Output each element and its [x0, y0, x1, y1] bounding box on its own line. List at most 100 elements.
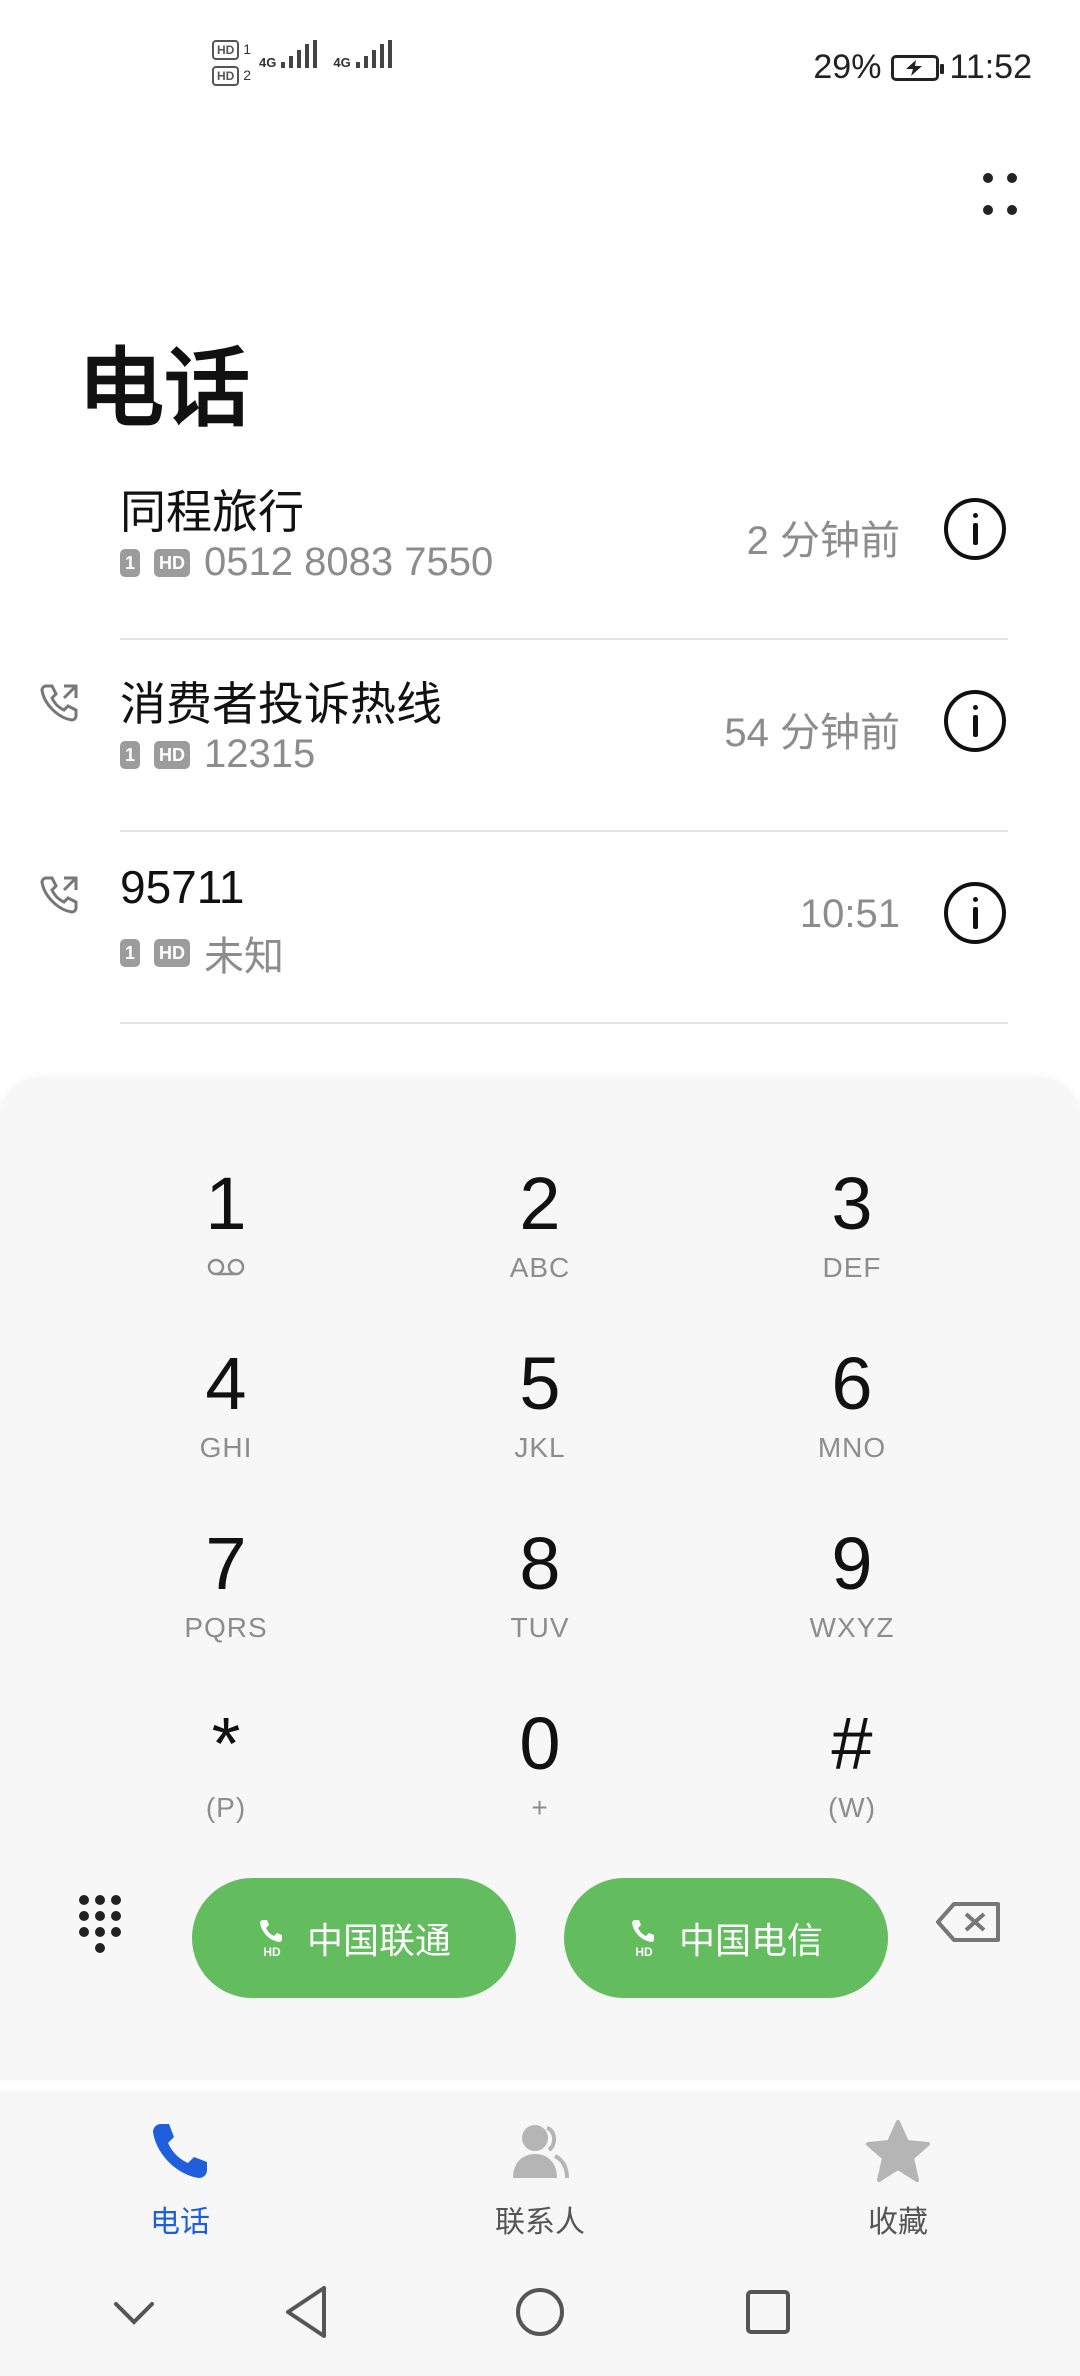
- dial-key-4[interactable]: 4 GHI: [66, 1340, 386, 1510]
- caller-name: 同程旅行: [120, 486, 304, 538]
- key-digit: 3: [831, 1162, 873, 1245]
- dial-key-star[interactable]: * (P): [66, 1700, 386, 1870]
- caller-number: 0512 8083 7550: [204, 540, 494, 584]
- page-title: 电话: [78, 341, 250, 437]
- call-time: 54 分钟前: [724, 711, 900, 755]
- call-log-item[interactable]: 消费者投诉热线 1 HD 12315 54 分钟前: [0, 640, 1080, 832]
- hd-badge: HD: [154, 740, 191, 769]
- key-digit: 9: [831, 1522, 873, 1605]
- phone-icon: [153, 2124, 207, 2178]
- nav-label: 电话: [150, 2206, 210, 2239]
- status-right: 29% 11:52: [813, 48, 1032, 87]
- hide-dialpad-button[interactable]: [70, 1890, 142, 1962]
- hd-badge: HD: [154, 939, 191, 967]
- key-letters: MNO: [817, 1432, 887, 1463]
- sim-badge: 1: [120, 939, 141, 967]
- key-digit: 5: [519, 1342, 561, 1425]
- more-dots-icon: [983, 173, 1017, 215]
- dial-key-8[interactable]: 8 TUV: [380, 1520, 700, 1690]
- key-digit: 2: [519, 1162, 561, 1245]
- contacts-icon: [513, 2125, 569, 2179]
- outgoing-call-icon: [40, 876, 78, 914]
- dial-key-0[interactable]: 0 +: [380, 1700, 700, 1870]
- battery-charging-icon: [891, 54, 945, 81]
- call-sim1-label: 中国联通: [306, 1920, 451, 1961]
- system-navigation-bar: [0, 2256, 1080, 2376]
- info-icon[interactable]: [944, 498, 1006, 560]
- key-digit: #: [831, 1702, 873, 1785]
- sim2-hd-indicator: HD 2: [212, 66, 251, 86]
- key-digit: 7: [205, 1522, 247, 1605]
- key-letters: JKL: [514, 1432, 566, 1463]
- sim-badge: 1: [120, 740, 141, 769]
- backspace-button[interactable]: [934, 1900, 1004, 1944]
- back-icon[interactable]: [280, 2282, 332, 2342]
- info-icon[interactable]: [944, 882, 1006, 944]
- info-icon[interactable]: [944, 690, 1006, 752]
- voicemail-icon: [66, 1252, 386, 1284]
- call-log-item[interactable]: 同程旅行 1 HD 0512 8083 7550 2 分钟前: [0, 448, 1080, 640]
- call-sim2-button[interactable]: HD 中国电信: [564, 1878, 888, 1998]
- key-letters: +: [531, 1792, 549, 1823]
- key-letters: TUV: [510, 1612, 570, 1643]
- nav-label: 联系人: [495, 2206, 585, 2239]
- dial-key-2[interactable]: 2 ABC: [380, 1160, 700, 1330]
- caller-name: 消费者投诉热线: [120, 678, 442, 730]
- call-time: 10:51: [799, 892, 900, 936]
- call-time: 2 分钟前: [746, 519, 900, 563]
- hd-badge: HD: [154, 548, 191, 577]
- call-details: 1 HD 0512 8083 7550: [120, 540, 493, 585]
- dialpad-grid-icon: [79, 1895, 121, 1953]
- more-options-button[interactable]: [980, 170, 1020, 220]
- call-log-item[interactable]: 95711 1 HD 未知 10:51: [0, 832, 1080, 1024]
- key-digit: 4: [205, 1342, 247, 1425]
- key-letters: GHI: [199, 1432, 253, 1463]
- signal2-icon: 4G: [333, 40, 399, 70]
- key-letters: ABC: [509, 1252, 571, 1283]
- signal1-icon: 4G: [259, 40, 325, 70]
- call-sim2-label: 中国电信: [678, 1920, 823, 1961]
- key-digit: 6: [831, 1342, 873, 1425]
- dialpad-panel: 1 2 ABC 3 DEF 4 GHI 5 JKL 6 MNO 7 PQRS 8…: [0, 1080, 1080, 2080]
- caller-number: 12315: [204, 732, 316, 776]
- key-letters: (P): [205, 1792, 247, 1823]
- nav-tab-favorites[interactable]: 收藏: [798, 2118, 998, 2241]
- key-digit: *: [211, 1702, 241, 1785]
- backspace-icon: [936, 1902, 1000, 1942]
- dial-key-9[interactable]: 9 WXYZ: [692, 1520, 1012, 1690]
- nav-tab-phone[interactable]: 电话: [80, 2118, 280, 2241]
- sim1-hd-indicator: HD 1: [212, 40, 251, 60]
- sim1-phone-icon: HD: [257, 1917, 287, 1959]
- status-bar: HD 1 HD 2 4G 4G 29% 11:52: [0, 0, 1080, 140]
- dial-key-6[interactable]: 6 MNO: [692, 1340, 1012, 1510]
- sim2-phone-icon: HD: [629, 1917, 659, 1959]
- dial-key-5[interactable]: 5 JKL: [380, 1340, 700, 1510]
- nav-label: 收藏: [868, 2206, 928, 2239]
- star-icon: [866, 2120, 930, 2182]
- call-details: 1 HD 未知: [120, 924, 284, 982]
- home-icon[interactable]: [512, 2284, 568, 2340]
- dial-key-3[interactable]: 3 DEF: [692, 1160, 1012, 1330]
- divider: [120, 1022, 1008, 1024]
- dial-key-7[interactable]: 7 PQRS: [66, 1520, 386, 1690]
- call-sim1-button[interactable]: HD 中国联通: [192, 1878, 516, 1998]
- key-letters: (W): [827, 1792, 877, 1823]
- collapse-chevron-icon[interactable]: [108, 2294, 160, 2334]
- dial-key-1[interactable]: 1: [66, 1160, 386, 1330]
- key-digit: 8: [519, 1522, 561, 1605]
- key-letters: PQRS: [184, 1612, 268, 1643]
- nav-tab-contacts[interactable]: 联系人: [440, 2118, 640, 2241]
- call-details: 1 HD 12315: [120, 732, 315, 777]
- sim-badge: 1: [120, 548, 141, 577]
- key-digit: 1: [205, 1162, 247, 1245]
- bottom-navigation: 电话 联系人 收藏: [0, 2090, 1080, 2256]
- dial-key-hash[interactable]: # (W): [692, 1700, 1012, 1870]
- recents-icon[interactable]: [742, 2286, 794, 2338]
- battery-percent: 29%: [813, 48, 882, 86]
- clock: 11:52: [949, 48, 1032, 86]
- caller-name: 95711: [120, 861, 245, 913]
- caller-number: 未知: [204, 935, 285, 979]
- signal-indicators: HD 1 HD 2 4G 4G: [212, 40, 400, 86]
- key-digit: 0: [519, 1702, 561, 1785]
- key-letters: WXYZ: [809, 1612, 895, 1643]
